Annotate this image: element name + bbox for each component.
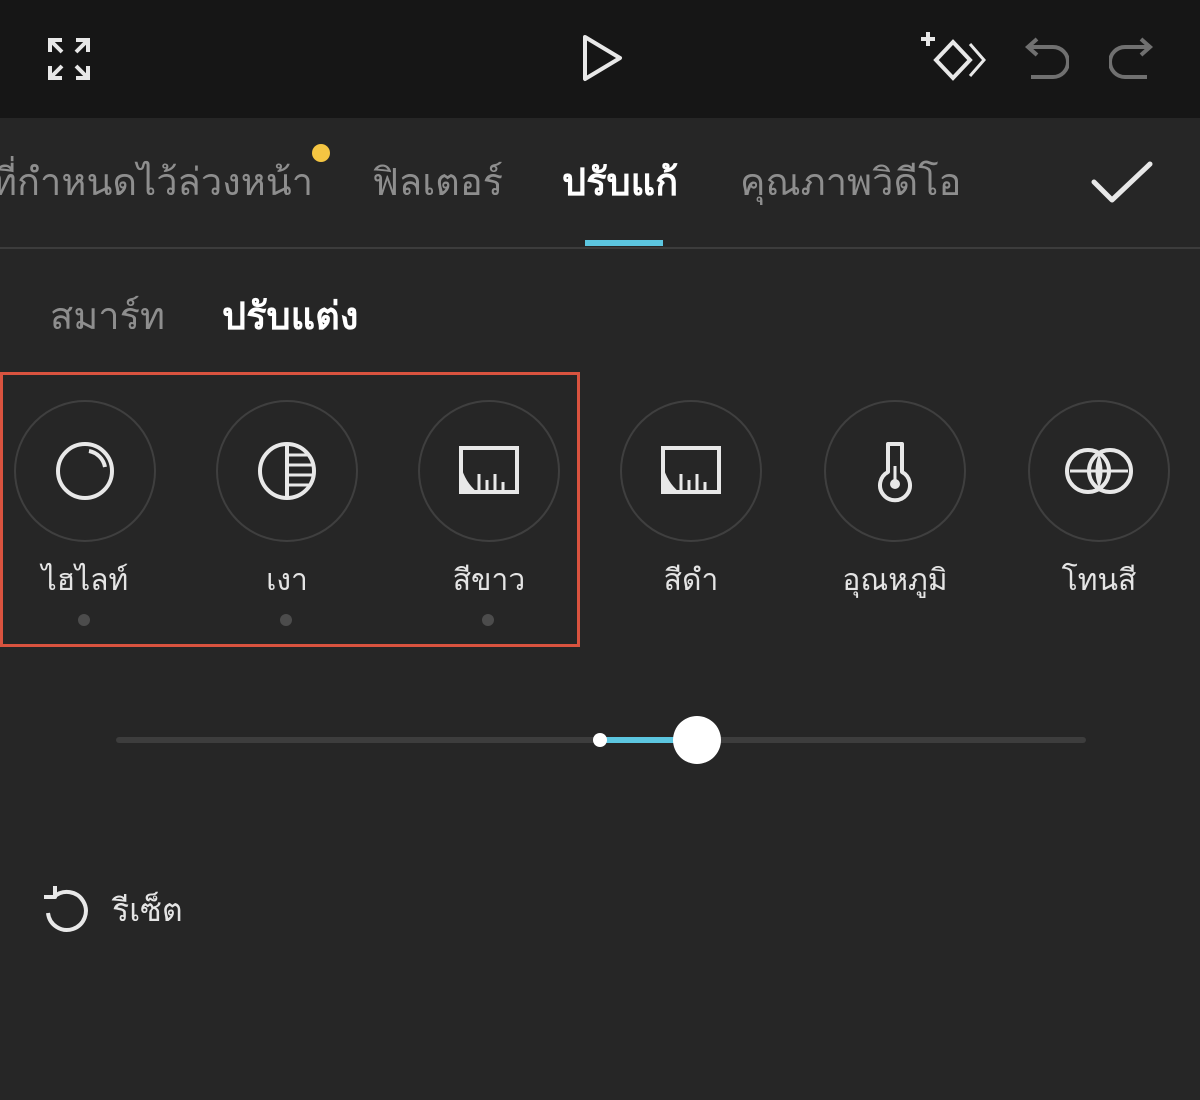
new-badge-dot — [312, 144, 330, 162]
temperature-icon — [878, 442, 912, 503]
tool-temperature[interactable]: อุณหภูมิ — [822, 400, 968, 630]
fullscreen-icon — [48, 38, 90, 80]
tool-tint[interactable]: โทนสี — [1026, 400, 1172, 630]
confirm-button[interactable] — [1086, 150, 1158, 216]
blacks-icon — [661, 446, 721, 494]
redo-button[interactable] — [1106, 32, 1162, 88]
undo-icon — [1024, 37, 1069, 79]
adjust-slider-origin-dot — [593, 733, 607, 747]
play-button[interactable] — [572, 28, 632, 88]
selection-highlight-box — [0, 372, 580, 647]
tint-icon — [1065, 448, 1133, 494]
tool-label: อุณหภูมิ — [842, 563, 948, 598]
tab-adjust[interactable]: ปรับแก้ — [562, 150, 678, 214]
add-keyframe-icon — [921, 32, 986, 81]
top-toolbar — [0, 0, 1200, 118]
fullscreen-button[interactable] — [40, 30, 98, 88]
tab-presets[interactable]: ที่กำหนดไว้ล่วงหน้า — [0, 150, 313, 214]
play-icon — [583, 35, 622, 81]
add-keyframe-button[interactable] — [918, 28, 988, 88]
adjust-tabs: ที่กำหนดไว้ล่วงหน้า ฟิลเตอร์ ปรับแก้ คุณ… — [0, 118, 1200, 249]
tool-temperature-circle — [824, 400, 966, 542]
subtab-customize[interactable]: ปรับแต่ง — [222, 286, 358, 346]
tool-blacks[interactable]: สีดำ — [618, 400, 764, 630]
reset-icon — [44, 886, 88, 932]
subtab-smart[interactable]: สมาร์ท — [50, 286, 165, 346]
tab-filters[interactable]: ฟิลเตอร์ — [372, 150, 503, 214]
adjust-slider-knob[interactable] — [673, 716, 721, 764]
tool-label: โทนสี — [1061, 563, 1137, 598]
undo-button[interactable] — [1016, 32, 1072, 88]
tool-tint-circle — [1028, 400, 1170, 542]
tab-video-quality[interactable]: คุณภาพวิดีโอ — [740, 150, 961, 214]
checkmark-icon — [1091, 161, 1153, 203]
active-tab-indicator — [585, 240, 663, 246]
reset-button[interactable]: รีเซ็ต — [40, 880, 183, 940]
reset-label: รีเซ็ต — [112, 890, 183, 929]
redo-icon — [1109, 37, 1154, 79]
tool-label: สีดำ — [663, 563, 719, 598]
tool-blacks-circle — [620, 400, 762, 542]
